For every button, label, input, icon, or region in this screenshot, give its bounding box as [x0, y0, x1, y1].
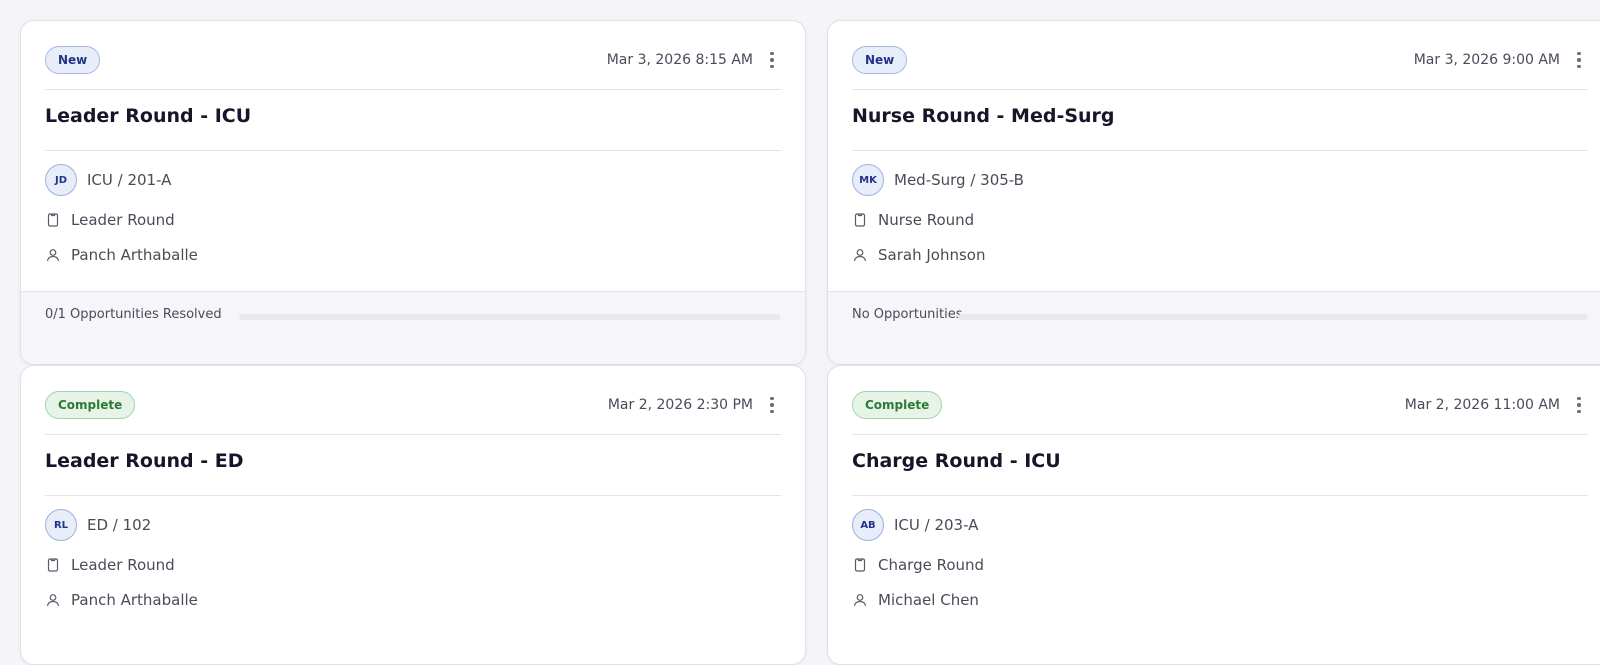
round-type-row: Nurse Round	[852, 211, 974, 229]
more-vertical-icon[interactable]	[1570, 393, 1588, 417]
round-type-row: Leader Round	[45, 211, 175, 229]
card-footer: 0/1 Opportunities Resolved	[21, 291, 805, 364]
user-icon	[45, 592, 61, 608]
avatar: JD	[45, 164, 77, 196]
clipboard-icon	[45, 557, 61, 573]
round-card[interactable]: Complete Mar 2, 2026 11:00 AM Charge Rou…	[827, 365, 1600, 665]
person-name: Michael Chen	[878, 591, 979, 609]
location-row: AB ICU / 203-A	[852, 509, 978, 541]
more-vertical-icon[interactable]	[763, 393, 781, 417]
card-title[interactable]: Charge Round - ICU	[852, 450, 1061, 472]
card-header-right: Mar 3, 2026 9:00 AM	[1414, 48, 1588, 72]
person-row: Michael Chen	[852, 591, 979, 609]
person-name: Panch Arthaballe	[71, 246, 198, 264]
location-row: RL ED / 102	[45, 509, 151, 541]
round-type-row: Leader Round	[45, 556, 175, 574]
card-title[interactable]: Leader Round - ICU	[45, 105, 251, 127]
card-header-right: Mar 3, 2026 8:15 AM	[607, 48, 781, 72]
location-text: ICU / 201-A	[87, 171, 172, 189]
card-title[interactable]: Nurse Round - Med-Surg	[852, 105, 1115, 127]
divider	[45, 434, 781, 435]
person-row: Panch Arthaballe	[45, 246, 198, 264]
round-type-text: Leader Round	[71, 211, 175, 229]
more-vertical-icon[interactable]	[763, 48, 781, 72]
card-title[interactable]: Leader Round - ED	[45, 450, 244, 472]
card-header: Complete Mar 2, 2026 11:00 AM	[852, 390, 1588, 420]
progress-bar	[239, 314, 781, 320]
round-card[interactable]: New Mar 3, 2026 9:00 AM Nurse Round - Me…	[827, 20, 1600, 365]
avatar: MK	[852, 164, 884, 196]
status-badge: New	[45, 46, 101, 74]
user-icon	[852, 592, 868, 608]
card-timestamp: Mar 3, 2026 8:15 AM	[606, 52, 753, 68]
location-row: MK Med-Surg / 305-B	[852, 164, 1024, 196]
card-header: Complete Mar 2, 2026 2:30 PM	[45, 390, 781, 420]
opportunities-label: No Opportunities	[852, 307, 963, 322]
opportunities-label: 0/1 Opportunities Resolved	[45, 307, 222, 322]
person-row: Panch Arthaballe	[45, 591, 198, 609]
clipboard-icon	[852, 557, 868, 573]
clipboard-icon	[852, 212, 868, 228]
card-footer: No Opportunities	[828, 291, 1600, 364]
divider	[852, 495, 1588, 496]
round-card[interactable]: New Mar 3, 2026 8:15 AM Leader Round - I…	[20, 20, 806, 365]
card-timestamp: Mar 3, 2026 9:00 AM	[1413, 52, 1560, 68]
avatar: AB	[852, 509, 884, 541]
round-type-text: Charge Round	[878, 556, 985, 574]
divider	[852, 434, 1588, 435]
divider	[852, 89, 1588, 90]
location-text: ED / 102	[87, 516, 152, 534]
card-header-right: Mar 2, 2026 11:00 AM	[1405, 393, 1588, 417]
status-badge: New	[852, 46, 908, 74]
location-text: ICU / 203-A	[894, 516, 979, 534]
divider	[45, 89, 781, 90]
more-vertical-icon[interactable]	[1570, 48, 1588, 72]
round-type-text: Leader Round	[71, 556, 175, 574]
card-header: New Mar 3, 2026 8:15 AM	[45, 45, 781, 75]
card-timestamp: Mar 2, 2026 11:00 AM	[1404, 397, 1560, 413]
status-badge: Complete	[852, 391, 943, 419]
divider	[45, 150, 781, 151]
location-row: JD ICU / 201-A	[45, 164, 171, 196]
clipboard-icon	[45, 212, 61, 228]
person-row: Sarah Johnson	[852, 246, 985, 264]
user-icon	[45, 247, 61, 263]
divider	[45, 495, 781, 496]
avatar: RL	[45, 509, 77, 541]
round-type-row: Charge Round	[852, 556, 984, 574]
round-type-text: Nurse Round	[878, 211, 975, 229]
progress-bar	[958, 314, 1588, 320]
person-name: Sarah Johnson	[878, 246, 986, 264]
card-header-right: Mar 2, 2026 2:30 PM	[608, 393, 781, 417]
person-name: Panch Arthaballe	[71, 591, 198, 609]
card-timestamp: Mar 2, 2026 2:30 PM	[607, 397, 753, 413]
status-badge: Complete	[45, 391, 136, 419]
divider	[852, 150, 1588, 151]
location-text: Med-Surg / 305-B	[894, 171, 1024, 189]
user-icon	[852, 247, 868, 263]
card-header: New Mar 3, 2026 9:00 AM	[852, 45, 1588, 75]
round-card[interactable]: Complete Mar 2, 2026 2:30 PM Leader Roun…	[20, 365, 806, 665]
